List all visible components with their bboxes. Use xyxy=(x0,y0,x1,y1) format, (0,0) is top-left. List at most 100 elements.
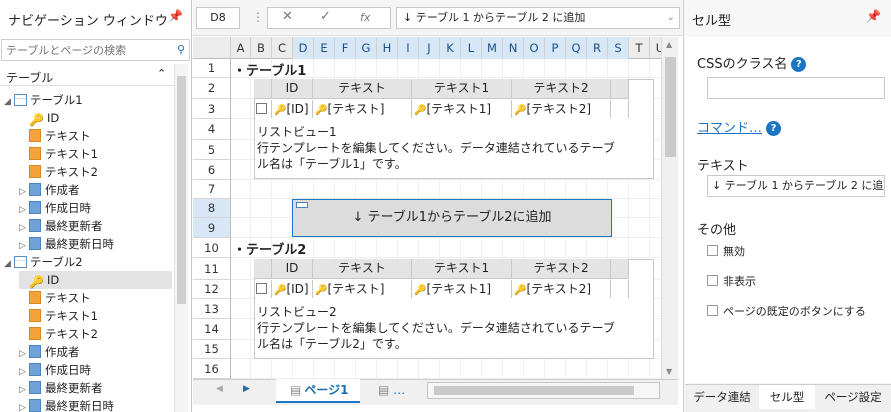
disabled-checkbox-box[interactable] xyxy=(707,245,718,256)
tab-page-settings[interactable]: ページ設定 xyxy=(815,385,891,409)
disabled-checkbox[interactable]: 無効 xyxy=(707,243,745,259)
row-header[interactable]: 9 xyxy=(193,218,231,238)
column-header[interactable]: N xyxy=(503,37,524,59)
default-button-checkbox[interactable]: ページの既定のボタンにする xyxy=(707,303,866,319)
chevron-down-icon[interactable]: ⌄ xyxy=(667,8,675,28)
nav-tree-item[interactable]: ▷ 作成日時 xyxy=(19,361,172,379)
column-header[interactable]: L xyxy=(461,37,482,59)
row-header[interactable]: 14 xyxy=(193,319,231,340)
column-header[interactable]: M xyxy=(482,37,503,59)
nav-tree-item[interactable]: テキスト1 xyxy=(19,145,172,163)
scroll-down-icon[interactable]: ▼ xyxy=(666,367,672,376)
nav-tree-item[interactable]: ▷ 作成者 xyxy=(19,181,172,199)
row-header[interactable]: 3 xyxy=(193,99,231,119)
tab-next-icon[interactable]: ▶ xyxy=(243,384,250,394)
chevron-up-icon[interactable]: ⌃ xyxy=(157,67,166,80)
accept-icon[interactable]: ✓ xyxy=(320,9,331,24)
column-header[interactable]: Q xyxy=(566,37,587,59)
column-header[interactable]: T xyxy=(629,37,650,59)
cell-reference-box[interactable]: D8 xyxy=(196,7,240,29)
row-header[interactable]: 13 xyxy=(193,299,231,319)
nav-tree-item[interactable]: ▷ 最終更新日時 xyxy=(19,235,172,253)
table-header-cell[interactable] xyxy=(611,79,629,99)
nav-scrollbar[interactable] xyxy=(174,64,188,412)
function-icon[interactable]: fx xyxy=(360,11,370,24)
nav-search-box[interactable]: ⚲ xyxy=(1,39,190,61)
nav-search-input[interactable] xyxy=(2,40,162,60)
column-header[interactable]: K xyxy=(440,37,461,59)
hidden-checkbox[interactable]: 非表示 xyxy=(707,273,756,289)
tab-more-button[interactable]: ▤ … xyxy=(378,383,405,397)
table-data-cell[interactable]: 🔑[テキスト] xyxy=(313,100,412,118)
table-header-cell[interactable]: テキスト1 xyxy=(412,79,512,99)
expanded-arrow-icon[interactable]: ◢ xyxy=(4,93,14,111)
row-header[interactable]: 16 xyxy=(193,359,231,379)
table-data-cell[interactable]: 🔑[テキスト2] xyxy=(512,100,611,118)
nav-tree-item[interactable]: ▷ 最終更新日時 xyxy=(19,397,172,412)
nav-tree-item[interactable]: テキスト2 xyxy=(19,163,172,181)
tab-page1[interactable]: ▤ ページ1 xyxy=(276,379,360,403)
nav-tree-item[interactable]: 🔑 ID xyxy=(19,109,172,127)
table-header-cell[interactable] xyxy=(611,259,629,279)
command-help-icon[interactable]: ? xyxy=(766,121,782,136)
nav-tree-item[interactable]: ▷ 最終更新者 xyxy=(19,379,172,397)
row-header[interactable]: 4 xyxy=(193,119,231,140)
nav-tree-item[interactable]: ◢ テーブル1 xyxy=(4,91,172,109)
column-header[interactable]: A xyxy=(231,37,251,59)
nav-scroll-thumb[interactable] xyxy=(177,76,186,304)
table-data-cell[interactable] xyxy=(254,100,272,118)
table-data-cell[interactable] xyxy=(611,280,629,298)
command-link[interactable]: コマンド…? xyxy=(697,117,782,136)
column-header[interactable]: F xyxy=(335,37,356,59)
nav-tree-item[interactable]: テキスト xyxy=(19,127,172,145)
nav-tree-item[interactable]: テキスト2 xyxy=(19,325,172,343)
nav-section-header[interactable]: テーブル ⌃ xyxy=(0,66,174,86)
column-header[interactable]: C xyxy=(272,37,293,59)
column-header[interactable]: D xyxy=(293,37,314,59)
column-header[interactable]: P xyxy=(545,37,566,59)
table-data-cell[interactable]: 🔑[テキスト1] xyxy=(412,100,512,118)
table-header-cell[interactable]: テキスト1 xyxy=(412,259,512,279)
table-data-cell[interactable]: 🔑[テキスト2] xyxy=(512,280,611,298)
sheet-scroll-thumb[interactable] xyxy=(665,57,676,157)
css-class-input[interactable] xyxy=(707,77,885,99)
default-button-checkbox-box[interactable] xyxy=(707,305,718,316)
nav-tree-item[interactable]: ▷ 作成日時 xyxy=(19,199,172,217)
table-data-cell[interactable] xyxy=(611,100,629,118)
table-header-cell[interactable]: ID xyxy=(272,259,313,279)
horizontal-scroll-thumb[interactable] xyxy=(434,386,634,395)
expanded-arrow-icon[interactable]: ◢ xyxy=(4,255,14,273)
collapsed-arrow-icon[interactable]: ▷ xyxy=(19,399,29,412)
table-header-cell[interactable]: テキスト2 xyxy=(512,79,611,99)
table-header-cell[interactable]: テキスト2 xyxy=(512,259,611,279)
sheet-horizontal-scrollbar[interactable] xyxy=(427,382,660,399)
grid-corner[interactable] xyxy=(193,37,231,59)
column-header[interactable]: E xyxy=(314,37,335,59)
hidden-checkbox-box[interactable] xyxy=(707,275,718,286)
tab-prev-icon[interactable]: ◀ xyxy=(216,384,223,394)
table-data-cell[interactable]: 🔑[テキスト] xyxy=(313,280,412,298)
command-link-text[interactable]: コマンド… xyxy=(697,121,762,136)
panel-pin-icon[interactable]: 📌 xyxy=(866,9,881,23)
table-header-cell[interactable] xyxy=(254,259,272,279)
column-header[interactable]: G xyxy=(356,37,377,59)
nav-tree-item[interactable]: ◢ テーブル2 xyxy=(4,253,172,271)
table-data-cell[interactable]: 🔑[ID] xyxy=(272,280,313,298)
add-record-button[interactable]: ↓ テーブル1からテーブル2に追加 xyxy=(292,199,612,237)
column-header[interactable]: B xyxy=(251,37,272,59)
table-header-cell[interactable] xyxy=(254,79,272,99)
row-checkbox[interactable] xyxy=(256,103,267,114)
row-header[interactable]: 12 xyxy=(193,280,231,299)
row-header[interactable]: 10 xyxy=(193,238,231,258)
tab-data-binding[interactable]: データ連結 xyxy=(685,385,759,409)
row-header[interactable]: 11 xyxy=(193,258,231,280)
formula-bar[interactable]: ↓ テーブル 1 からテーブル 2 に追加 ⌄ xyxy=(396,7,680,29)
row-header[interactable]: 7 xyxy=(193,180,231,199)
table-header-cell[interactable]: テキスト xyxy=(313,259,412,279)
nav-tree-item[interactable]: テキスト1 xyxy=(19,307,172,325)
search-icon[interactable]: ⚲ xyxy=(177,43,185,56)
row-header[interactable]: 6 xyxy=(193,160,231,180)
help-icon[interactable]: ? xyxy=(791,57,807,72)
column-header[interactable]: R xyxy=(587,37,608,59)
scroll-up-icon[interactable]: ▲ xyxy=(666,40,672,49)
